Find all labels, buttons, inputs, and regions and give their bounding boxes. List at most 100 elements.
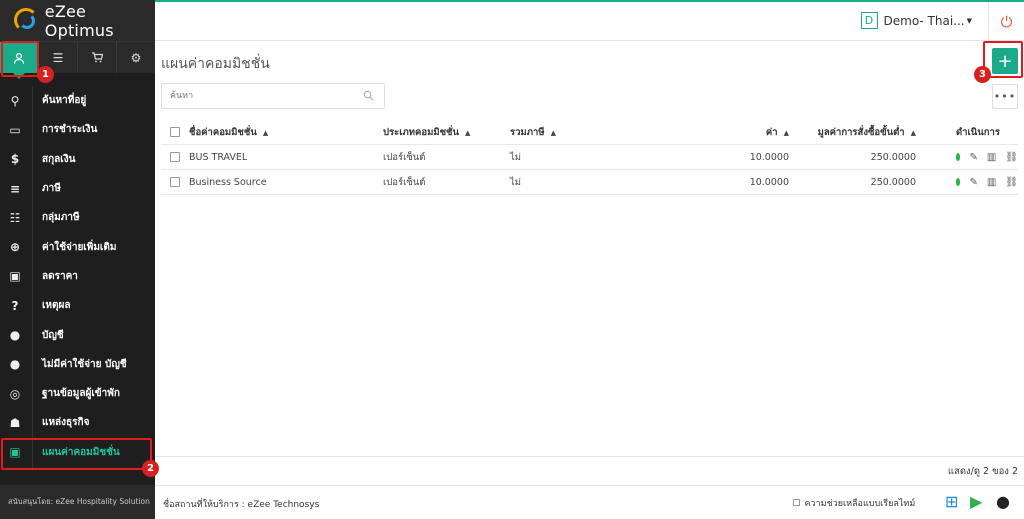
sidebar-item-business-source[interactable]: ☗ แหล่งธุรกิจ [0,408,155,437]
users-icon: ☗ [9,415,21,430]
app-logo-text: eZee Optimus [44,1,114,40]
sidebar-item-label: ค้นหาที่อยู่ [42,95,87,107]
cell-name: BUS TRAVEL [189,151,248,163]
menu-icon: ≡ [9,181,21,196]
logout-button[interactable]: ⏻ [988,2,1024,41]
sidebar-item-discount[interactable]: ▣ ลดราคา [0,262,155,291]
cell-min-order: 250.0000 [870,176,916,188]
google-play-icon[interactable]: ▶ [970,492,982,511]
callout-badge-3: 3 [974,66,991,83]
page-title: แผนค่าคอมมิชชั่น [161,56,270,72]
select-all-checkbox[interactable] [170,127,180,137]
list-icon: ☰ [52,50,64,65]
database-icon: ◎ [9,386,21,401]
link-icon[interactable]: ⛓ [1005,177,1018,188]
sidebar-item-tax[interactable]: ≡ ภาษี [0,174,155,203]
table-header: ชื่อค่าคอมมิชชั่น ▲ ประเภทคอมมิชชั่น ▲ รวม… [161,120,1018,145]
sidebar-item-label: เหตุผล [42,300,71,312]
cell-name: Business Source [189,176,267,188]
table-row: BUS TRAVEL เปอร์เซ็นต์ ไม่ 10.0000 250.0… [161,145,1018,170]
status-active-icon[interactable] [956,153,961,161]
list-icon: ☷ [9,210,21,225]
live-help-label: ความช่วยเหลือแบบเรียลไทม์ [804,499,916,509]
sidebar-item-label: ฐานข้อมูลผู้เข้าพัก [42,388,120,400]
column-header-type[interactable]: ประเภทคอมมิชชั่น ▲ [383,125,510,140]
edit-icon[interactable]: ✎ [969,177,977,188]
callout-badge-1: 1 [37,66,54,83]
cell-value: 10.0000 [749,176,789,188]
row-actions: ✎ ▥ ⛓ [916,152,1018,163]
link-icon[interactable]: ⛓ [1005,152,1018,163]
chat-icon: ▢ [792,498,801,508]
sidebar-item-label: แหล่งธุรกิจ [42,417,90,429]
row-checkbox[interactable] [170,177,180,187]
column-header-value[interactable]: ค่า ▲ [637,125,789,140]
column-header-tax[interactable]: รวมภาษี ▲ [510,125,637,140]
callout-highlight-2 [1,438,152,470]
sidebar-item-label: ค่าใช้จ่ายเพิ่มเติม [42,241,117,253]
column-header-min-order[interactable]: มูลค่าการสั่งซื้อขั้นต่ำ ▲ [789,125,916,140]
sidebar-item-label: บัญชี [42,329,64,341]
sidebar-item-label: ภาษี [42,183,61,195]
sidebar-item-complimentary-account[interactable]: ● ไม่มีค่าใช้จ่าย บัญชี [0,350,155,379]
status-active-icon[interactable] [956,178,961,186]
user-icon: ● [9,328,21,343]
search-input[interactable] [162,84,352,108]
apple-icon[interactable]: ● [996,492,1010,511]
sidebar-item-label: สกุลเงิน [42,153,76,165]
app-logo[interactable]: eZee Optimus [0,0,155,41]
cell-tax: ไม่ [510,151,522,163]
sidebar-item-label: ลดราคา [42,270,78,282]
plus-circle-icon: ⊕ [9,240,21,255]
cell-min-order: 250.0000 [870,151,916,163]
bottom-bar: ชื่อสถานที่ให้บริการ : eZee Technosys ▢ … [155,485,1024,519]
sort-up-icon: ▲ [464,128,471,137]
gift-icon: ▣ [9,269,21,284]
sidebar-item-reason[interactable]: ? เหตุผล [0,291,155,320]
sidebar-item-address-lookup[interactable]: ⚲ ค้นหาที่อยู่ [0,86,155,115]
cell-type: เปอร์เซ็นต์ [383,151,426,163]
sidebar-item-tax-group[interactable]: ☷ กลุ่มภาษี [0,203,155,232]
hotel-selector[interactable]: D Demo- Thai... ▼ [860,12,972,29]
more-options-button[interactable]: ••• [992,84,1018,109]
cell-tax: ไม่ [510,176,522,188]
sidebar-item-label: การชำระเงิน [42,124,98,136]
live-help-link[interactable]: ▢ ความช่วยเหลือแบบเรียลไทม์ [792,496,915,510]
sidebar-item-payment[interactable]: ▭ การชำระเงิน [0,115,155,144]
sort-up-icon: ▲ [262,128,269,137]
callout-badge-2: 2 [142,460,159,477]
search-box [161,83,385,109]
sidebar-item-extra-charges[interactable]: ⊕ ค่าใช้จ่ายเพิ่มเติม [0,232,155,261]
windows-icon[interactable]: ⊞ [945,492,958,511]
question-icon: ? [11,298,19,313]
tab-cart[interactable] [78,42,117,73]
ezee-logo-icon [14,7,39,34]
sidebar-item-guest-database[interactable]: ◎ ฐานข้อมูลผู้เข้าพัก [0,379,155,408]
table-row: Business Source เปอร์เซ็นต์ ไม่ 10.0000 … [161,170,1018,195]
sidebar-footer: สนับสนุนโดย: eZee Hospitality Solution [0,485,155,519]
cell-value: 10.0000 [749,151,789,163]
search-icon[interactable] [363,90,374,101]
sidebar-item-currency[interactable]: $ สกุลเงิน [0,145,155,174]
topbar: D Demo- Thai... ▼ ⏻ [155,0,1024,41]
trash-icon[interactable]: ▥ [987,152,996,163]
property-name: ชื่อสถานที่ให้บริการ : eZee Technosys [163,500,320,510]
power-icon: ⏻ [1000,12,1013,31]
sort-up-icon: ▲ [550,128,556,137]
tab-settings[interactable]: ⚙ [117,42,155,73]
dollar-icon: $ [10,152,20,167]
sidebar-item-label: กลุ่มภาษี [42,212,80,224]
cell-type: เปอร์เซ็นต์ [383,176,426,188]
sidebar-item-account[interactable]: ● บัญชี [0,320,155,349]
user-icon: ● [9,357,21,372]
hotel-badge: D [860,12,878,29]
credit-card-icon: ▭ [9,122,21,137]
divider [155,456,1024,457]
trash-icon[interactable]: ▥ [987,177,996,188]
edit-icon[interactable]: ✎ [969,152,977,163]
sidebar-item-label: ไม่มีค่าใช้จ่าย บัญชี [42,358,127,370]
hotel-name: Demo- Thai... [883,13,965,28]
column-header-name[interactable]: ชื่อค่าคอมมิชชั่น ▲ [189,125,383,140]
column-header-action: ดำเนินการ [956,126,1000,138]
row-checkbox[interactable] [170,152,180,162]
